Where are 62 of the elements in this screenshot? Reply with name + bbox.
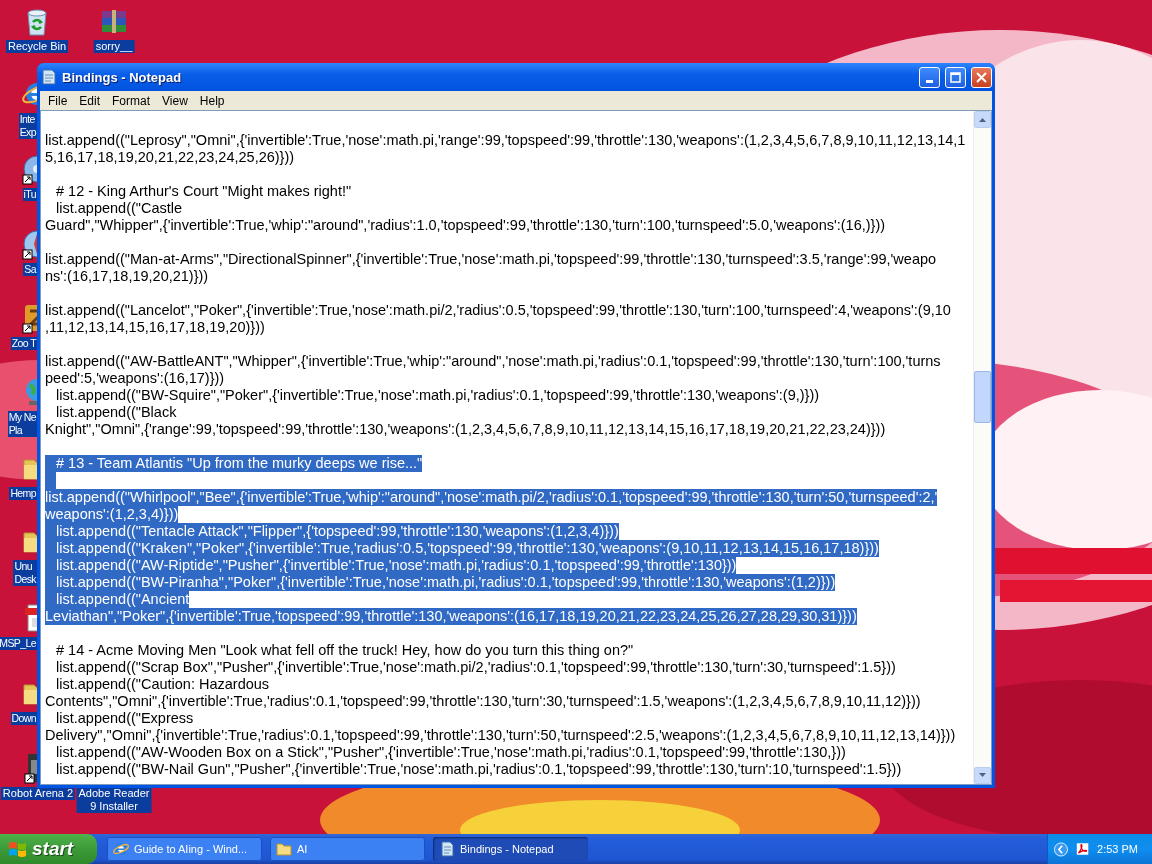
code-line: Knight","Omni",{'range':99,'topspeed':99,'throttle':130,'weapons':(1,2,3,4,5,6,7,8,9,10,11,12,13,14,15,16,17,18,19,20,21,22,23,24)}))	[45, 421, 886, 438]
minimize-button[interactable]	[919, 66, 940, 88]
code-line: ns':(16,17,18,19,20,21)}))	[45, 268, 209, 285]
code-line: list.append(("BW-Squire","Poker",{'invertible':True,'nose':math.pi,'radius':0.1,'topspeed':99,'throttle':130,'weapons':(9,)}))	[55, 387, 820, 404]
code-line: list.append(("Express	[55, 710, 194, 727]
down-arrow-icon	[979, 773, 986, 778]
code-line: # 14 - Acme Moving Men "Look what fell off the truck! Hey, how do you turn this thing on?"	[55, 642, 634, 659]
code-line: list.append(("Scrap Box","Pusher",{'invertible':True,'nose':math.pi/2,'radius':0.1,'topspeed':99,'throttle':130,'turn':30,'turnspeed':1.5}))	[55, 659, 896, 676]
code-line: 5,16,17,18,19,20,21,22,23,24,25,26)}))	[45, 149, 295, 166]
code-line: list.append(("Leprosy","Omni",{'invertible':True,'nose':math.pi,'range':99,'topspeed':99,'throttle':130,'weapons':(1,2,3,4,5,6,7,8,9,10,11,12,13,14,1	[45, 132, 966, 149]
taskbar-button[interactable]: Bindings - Notepad	[433, 837, 588, 861]
code-line: list.append(("Black	[55, 404, 177, 421]
notepad-icon[interactable]	[41, 69, 57, 85]
icon-label[interactable]: Hemp	[9, 487, 37, 500]
code-line: Guard","Whipper",{'invertible':True,'whip':"around",'radius':1.0,'topspeed':99,'throttle':130,'turn':100,'turnspeed':5.0,'weapons':(16,)}))	[45, 217, 886, 234]
close-icon	[976, 71, 987, 83]
taskbar-button[interactable]: Guide to AIing - Wind...	[107, 837, 262, 861]
icon-label[interactable]: Recycle Bin	[5, 40, 69, 53]
icon-label[interactable]: Sa	[23, 263, 37, 276]
code-line: ,11,12,13,14,15,16,17,18,19,20)}))	[45, 319, 265, 336]
code-line: Contents","Omni",{'invertible':True,'radius':0.1,'topspeed':99,'throttle':130,'turn':30,'turnspeed':1.5,'weapons':(1,2,3,4,5,6,7,8,9,10,11,12)}))	[45, 693, 921, 710]
menu-item[interactable]: Edit	[73, 93, 107, 108]
windows-flag-icon	[8, 840, 28, 858]
icon-label[interactable]: Zoo T	[10, 337, 37, 350]
notepad-icon	[439, 841, 455, 857]
icon-label[interactable]: sorry__	[93, 40, 135, 53]
menu-item[interactable]: Help	[193, 93, 231, 108]
minimize-icon	[926, 79, 933, 83]
icon-label[interactable]: My Ne Pla	[7, 411, 37, 437]
folder-icon	[276, 841, 292, 857]
code-line: list.append(("Castle	[55, 200, 183, 217]
menu-item[interactable]: Format	[106, 93, 157, 108]
taskbar-button[interactable]: AI	[270, 837, 425, 861]
maximize-icon	[950, 71, 961, 83]
chevron-icon[interactable]	[1054, 840, 1068, 858]
menu-item[interactable]: View	[156, 93, 194, 108]
icon-label[interactable]: MSP_Le	[0, 637, 37, 650]
browser-e-icon	[113, 841, 129, 857]
scrollbar[interactable]	[973, 111, 991, 784]
code-line: list.append(("Caution: Hazardous	[55, 676, 270, 693]
code-line: list.append(("Man-at-Arms","DirectionalSpinner",{'invertible':True,'nose':math.pi,'topspeed':99,'throttle':130,'turnspeed':3.5,'range':99,'weapo	[45, 251, 937, 268]
icon-label[interactable]: Adobe Reader 9 Installer	[76, 787, 152, 813]
code-line: list.append(("Lancelot","Poker",{'invertible':True,'nose':math.pi/2,'radius':0.5,'topspeed':99,'throttle':130,'turn':100,'turnspeed':4,'weapons':(9,10	[45, 302, 951, 319]
menu-item[interactable]: File	[42, 93, 74, 108]
scroll-thumb[interactable]	[974, 371, 991, 423]
code-line: list.append(("AW-BattleANT","Whipper",{'invertible':True,'whip':"around",'nose':math.pi,'radius':0.1,'topspeed':99,'throttle':130,'turn':100,'turns	[45, 353, 941, 370]
close-button[interactable]	[971, 66, 992, 88]
up-arrow-icon	[979, 117, 986, 122]
window-title: Bindings - Notepad	[62, 69, 183, 85]
maximize-button[interactable]	[945, 66, 966, 88]
code-line: # 12 - King Arthur's Court "Might makes right!"	[55, 183, 352, 200]
code-line: peed':5,'weapons':(16,17)}))	[45, 370, 225, 387]
scroll-down-button[interactable]	[974, 767, 991, 784]
icon-label[interactable]: Unu Desk	[13, 560, 37, 586]
icon-label[interactable]: Robot Arena 2	[0, 787, 76, 800]
code-line: list.append(("BW-Nail Gun","Pusher",{'invertible':True,'nose':math.pi,'radius':0.1,'topspeed':99,'throttle':130,'turn':10,'turnspeed':1.5}))	[55, 761, 902, 778]
code-line: list.append(("AW-Wooden Box on a Stick","Pusher",{'invertible':True,'nose':math.pi,'radius':0.1,'topspeed':99,'throttle':130,}))	[55, 744, 846, 761]
code-line: Delivery","Omni",{'invertible':True,'radius':0.1,'topspeed':99,'throttle':130,'turn':50,'turnspeed':2.5,'weapons':(1,2,3,4,5,6,7,8,9,10,11,12,13,14)}))	[45, 727, 956, 744]
icon-label[interactable]: Down	[10, 712, 37, 725]
pdf-reader-icon[interactable]	[1075, 841, 1090, 857]
scroll-up-button[interactable]	[974, 111, 991, 128]
start-button[interactable]: start	[0, 834, 97, 864]
